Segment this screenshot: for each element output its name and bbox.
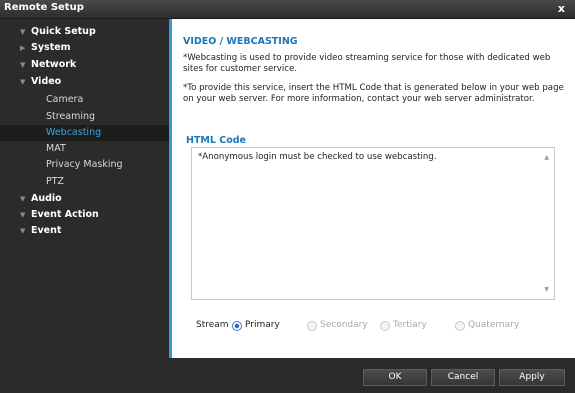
expand-arrow-icon: ▼ [20, 78, 26, 86]
radio-disabled-icon [455, 321, 465, 331]
sidebar-item-event[interactable]: ▼ Event [0, 223, 169, 239]
title-bar[interactable]: Remote Setup x [0, 0, 575, 19]
sidebar-item-webcasting[interactable]: Webcasting [0, 125, 169, 141]
sidebar-item-label: System [31, 42, 71, 53]
sidebar-item-label: Privacy Masking [46, 159, 123, 170]
sidebar-item-label: Video [31, 76, 62, 87]
dialog-footer: OK Cancel Apply [0, 358, 575, 393]
sidebar-item-label: Quick Setup [31, 26, 96, 37]
sidebar-item-mat[interactable]: MAT [0, 141, 169, 157]
scroll-down-icon[interactable]: ▼ [544, 286, 549, 293]
scroll-up-icon[interactable]: ▲ [544, 154, 549, 161]
close-icon[interactable]: x [558, 2, 565, 15]
sidebar-item-ptz[interactable]: PTZ [0, 174, 169, 190]
expand-arrow-icon: ▼ [20, 211, 26, 219]
window-title: Remote Setup [4, 2, 84, 13]
content-panel: VIDEO / WEBCASTING *Webcasting is used t… [172, 19, 575, 358]
collapse-arrow-icon: ▶ [20, 44, 26, 52]
sidebar-item-label: Network [31, 59, 77, 70]
ok-button[interactable]: OK [363, 369, 427, 386]
sidebar-item-event-action[interactable]: ▼ Event Action [0, 207, 169, 223]
radio-label: Primary [245, 320, 280, 330]
html-code-text: *Anonymous login must be checked to use … [198, 152, 437, 162]
sidebar-item-privacy-masking[interactable]: Privacy Masking [0, 157, 169, 173]
instruction-text: *To provide this service, insert the HTM… [183, 83, 564, 104]
expand-arrow-icon: ▼ [20, 61, 26, 69]
radio-selected-icon [232, 321, 242, 331]
radio-disabled-icon [307, 321, 317, 331]
sidebar-item-audio[interactable]: ▼ Audio [0, 191, 169, 207]
stream-selector: Stream Primary Secondary Tertiary Quater… [196, 320, 566, 334]
html-code-label: HTML Code [186, 135, 246, 146]
sidebar-item-label: MAT [46, 143, 66, 154]
sidebar-item-label: Camera [46, 94, 84, 105]
expand-arrow-icon: ▼ [20, 28, 26, 36]
stream-label: Stream [196, 320, 229, 330]
sidebar-item-label: Streaming [46, 111, 96, 122]
radio-label: Secondary [320, 320, 368, 330]
sidebar-item-label: PTZ [46, 176, 65, 187]
sidebar-item-system[interactable]: ▶ System [0, 40, 169, 56]
radio-disabled-icon [380, 321, 390, 331]
sidebar-item-label: Audio [31, 193, 62, 204]
description-text: *Webcasting is used to provide video str… [183, 53, 551, 74]
apply-button[interactable]: Apply [499, 369, 565, 386]
sidebar-nav: ▼ Quick Setup ▶ System ▼ Network ▼ Video… [0, 19, 169, 358]
sidebar-item-streaming[interactable]: Streaming [0, 109, 169, 125]
expand-arrow-icon: ▼ [20, 227, 26, 235]
radio-label: Quaternary [468, 320, 520, 330]
sidebar-item-camera[interactable]: Camera [0, 92, 169, 108]
cancel-button[interactable]: Cancel [431, 369, 495, 386]
remote-setup-window: Remote Setup x ▼ Quick Setup ▶ System ▼ … [0, 0, 575, 393]
sidebar-item-label: Webcasting [46, 127, 102, 138]
page-title: VIDEO / WEBCASTING [183, 36, 298, 47]
sidebar-item-video[interactable]: ▼ Video [0, 74, 169, 90]
sidebar-item-network[interactable]: ▼ Network [0, 57, 169, 73]
expand-arrow-icon: ▼ [20, 195, 26, 203]
sidebar-item-label: Event [31, 225, 62, 236]
html-code-textarea[interactable]: *Anonymous login must be checked to use … [191, 147, 555, 300]
sidebar-item-quick-setup[interactable]: ▼ Quick Setup [0, 24, 169, 40]
sidebar-item-label: Event Action [31, 209, 99, 220]
radio-label: Tertiary [393, 320, 427, 330]
